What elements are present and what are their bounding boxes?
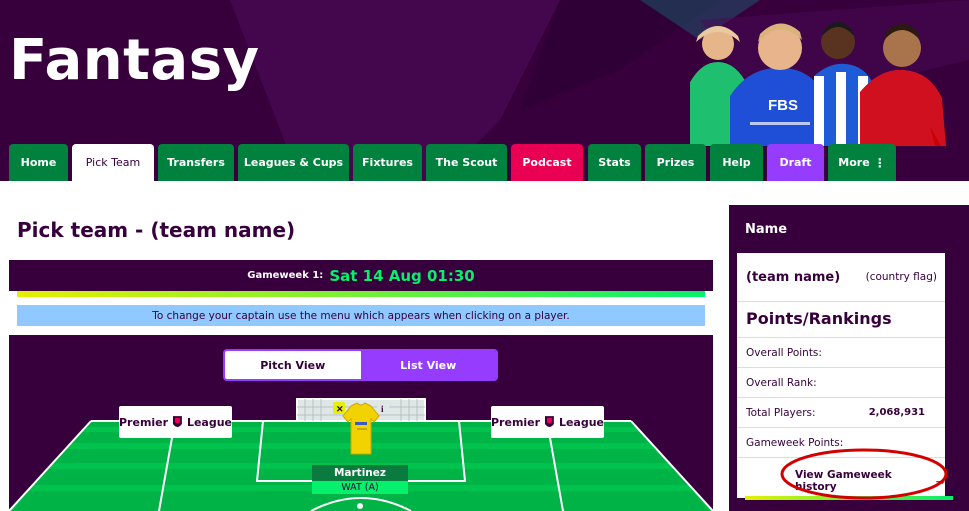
team-row: (team name) (country flag) xyxy=(737,253,945,302)
tab-label: Prizes xyxy=(656,156,695,169)
gameweek-deadline: Sat 14 Aug 01:30 xyxy=(329,266,475,285)
tab-help[interactable]: Help xyxy=(710,144,763,181)
premier-league-lion-icon xyxy=(173,416,182,427)
gameweek-deadline-bar: Gameweek 1: Sat 14 Aug 01:30 xyxy=(9,260,713,291)
stat-row-overall-points: Overall Points: xyxy=(737,337,945,367)
tab-label: Podcast xyxy=(522,156,572,169)
pitch-view-button[interactable]: Pitch View xyxy=(225,351,361,379)
player-name: Martinez xyxy=(312,465,408,481)
tab-label: More xyxy=(838,156,870,169)
tab-prizes[interactable]: Prizes xyxy=(645,144,706,181)
board-text-premier: Premier xyxy=(491,415,541,429)
pitch-area: Pitch View List View Premier League Prem… xyxy=(9,335,713,511)
tab-label: Fixtures xyxy=(362,156,413,169)
tab-label: Help xyxy=(722,156,751,169)
stat-value: 2,068,931 xyxy=(868,407,925,418)
country-flag: (country flag) xyxy=(865,271,937,283)
page-title: Pick team - (team name) xyxy=(17,218,296,242)
tab-more[interactable]: More ⋮ xyxy=(828,144,896,181)
brand-title: Fantasy xyxy=(9,28,260,93)
tab-label: Leagues & Cups xyxy=(243,156,344,169)
premier-league-board-right: Premier League xyxy=(491,406,604,438)
stat-row-total-players: Total Players: 2,068,931 xyxy=(737,397,945,427)
team-name: (team name) xyxy=(746,269,841,285)
tab-label: Draft xyxy=(779,156,812,169)
board-text-league: League xyxy=(558,415,604,429)
svg-text:✕: ✕ xyxy=(336,404,344,414)
tab-label: Stats xyxy=(598,156,631,169)
board-text-premier: Premier xyxy=(119,415,169,429)
stat-label: Overall Points: xyxy=(746,346,822,359)
tab-pick-team[interactable]: Pick Team xyxy=(72,144,154,181)
panel-heading: Name xyxy=(745,222,788,237)
captain-info-message: To change your captain use the menu whic… xyxy=(17,305,705,326)
tab-leagues-cups[interactable]: Leagues & Cups xyxy=(238,144,349,181)
tab-label: The Scout xyxy=(435,156,498,169)
tab-stats[interactable]: Stats xyxy=(588,144,641,181)
view-toggle: Pitch View List View xyxy=(223,349,498,381)
player-fixture: WAT (A) xyxy=(312,481,408,494)
tab-the-scout[interactable]: The Scout xyxy=(426,144,507,181)
tab-home[interactable]: Home xyxy=(9,144,68,181)
goalkeeper-shirt[interactable]: ✕ i xyxy=(333,398,389,458)
premier-league-board-left: Premier League xyxy=(119,406,232,438)
featured-players-image: FBS xyxy=(690,22,946,146)
page: Fantasy FBS Home Pick Team Transfers Lea… xyxy=(0,0,969,511)
tab-fixtures[interactable]: Fixtures xyxy=(353,144,422,181)
stat-label: Overall Rank: xyxy=(746,376,817,389)
points-rankings-title: Points/Rankings xyxy=(746,309,892,328)
tab-transfers[interactable]: Transfers xyxy=(158,144,234,181)
premier-league-lion-icon xyxy=(545,416,554,427)
vertical-dots-icon: ⋮ xyxy=(873,155,886,170)
shirt-sponsor-text: FBS xyxy=(768,97,798,114)
tab-label: Transfers xyxy=(167,156,225,169)
stat-label: Total Players: xyxy=(746,406,816,419)
tab-label: Home xyxy=(20,156,57,169)
gameweek-label: Gameweek 1: xyxy=(247,270,324,281)
tab-draft[interactable]: Draft xyxy=(767,144,824,181)
board-text-league: League xyxy=(186,415,232,429)
stat-row-overall-rank: Overall Rank: xyxy=(737,367,945,397)
tab-label: Pick Team xyxy=(85,156,141,169)
pitch-marker xyxy=(357,503,363,509)
list-view-button[interactable]: List View xyxy=(360,351,496,379)
annotation-circle xyxy=(780,448,948,500)
site-header: Fantasy FBS Home Pick Team Transfers Lea… xyxy=(0,0,969,181)
gradient-divider xyxy=(17,291,705,297)
player-card[interactable]: Martinez WAT (A) xyxy=(312,465,408,494)
tab-podcast[interactable]: Podcast xyxy=(511,144,583,181)
